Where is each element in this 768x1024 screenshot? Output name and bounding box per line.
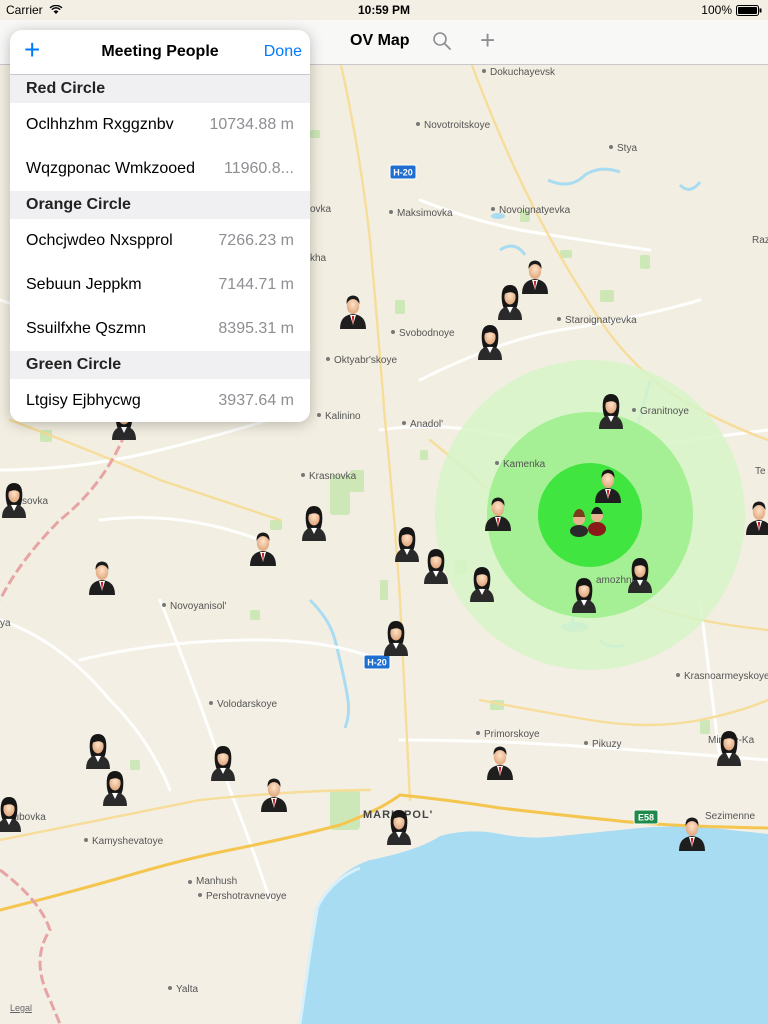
status-bar: Carrier 10:59 PM 100% bbox=[0, 0, 768, 20]
place-label: Dokuchayevsk bbox=[490, 67, 556, 78]
person-name: Wqzgponac Wmkzooed bbox=[26, 160, 195, 177]
section-header-orange: Orange Circle bbox=[10, 191, 310, 219]
place-label: Svobodnoye bbox=[399, 328, 455, 339]
place-label: Granitnoye bbox=[640, 406, 689, 417]
section-header-red: Red Circle bbox=[10, 75, 310, 103]
place-label: Kamyshevatoye bbox=[92, 836, 164, 847]
person-distance: 10734.88 m bbox=[209, 116, 294, 133]
place-label: Volodarskoye bbox=[217, 699, 277, 710]
plus-icon[interactable]: + bbox=[480, 27, 495, 53]
person-name: Oclhhzhm Rxggznbv bbox=[26, 116, 174, 133]
place-label: Pikuzy bbox=[592, 739, 621, 750]
place-label: Anadol' bbox=[410, 419, 443, 430]
list-item[interactable]: Ochcjwdeo Nxspprol 7266.23 m bbox=[10, 219, 310, 263]
place-label: Krasnoarmeyskoye bbox=[684, 671, 768, 682]
person-name: Sebuun Jeppkm bbox=[26, 276, 142, 293]
road-shield-h20-top: H-20 bbox=[389, 164, 417, 180]
place-label: Yalta bbox=[176, 984, 198, 995]
place-label: Sezimenne bbox=[705, 811, 755, 822]
place-label: kha bbox=[310, 253, 327, 264]
battery-icon bbox=[736, 5, 762, 16]
battery-percent: 100% bbox=[701, 3, 732, 17]
meeting-people-popover: + Meeting People Done Red Circle Oclhhzh… bbox=[10, 30, 310, 422]
person-distance: 3937.64 m bbox=[218, 392, 294, 409]
done-button[interactable]: Done bbox=[264, 43, 302, 61]
place-label: Novoyanisol' bbox=[170, 601, 226, 612]
list-item[interactable]: Sebuun Jeppkm 7144.71 m bbox=[10, 263, 310, 307]
place-label: sovka bbox=[22, 496, 49, 507]
nav-title: OV Map bbox=[350, 32, 410, 49]
person-distance: 7144.71 m bbox=[218, 276, 294, 293]
place-label: Novoignatyevka bbox=[499, 205, 571, 216]
place-label: Stya bbox=[617, 143, 637, 154]
svg-text:H-20: H-20 bbox=[393, 168, 413, 178]
place-label: Te bbox=[755, 466, 766, 477]
svg-text:H-20: H-20 bbox=[367, 658, 387, 668]
list-item[interactable]: Ltgisy Ejbhycwg 3937.64 m bbox=[10, 379, 310, 422]
place-label: Krasnovka bbox=[309, 471, 357, 482]
person-distance: 11960.8... bbox=[224, 160, 294, 177]
search-icon[interactable] bbox=[432, 31, 452, 51]
popover-header: + Meeting People Done bbox=[10, 30, 310, 75]
list-item[interactable]: Wqzgponac Wmkzooed 11960.8... bbox=[10, 147, 310, 191]
place-label: Kamenka bbox=[503, 459, 546, 470]
place-label: Oktyabr'skoye bbox=[334, 355, 397, 366]
person-name: Ssuilfxhe Qszmn bbox=[26, 320, 147, 337]
svg-text:E58: E58 bbox=[638, 813, 654, 823]
person-distance: 7266.23 m bbox=[218, 232, 294, 249]
person-name: Ochcjwdeo Nxspprol bbox=[26, 232, 173, 249]
place-label: ya bbox=[0, 618, 11, 629]
place-label: ovka bbox=[310, 204, 332, 215]
person-name: Ltgisy Ejbhycwg bbox=[26, 392, 141, 409]
road-shield-h20-bottom: H-20 bbox=[363, 654, 391, 670]
legal-link[interactable]: Legal bbox=[10, 1003, 32, 1013]
place-label: Raz bbox=[752, 235, 768, 246]
place-label: Kalinino bbox=[325, 411, 361, 422]
place-label: Staroignatyevka bbox=[565, 315, 637, 326]
place-label: Maksimovka bbox=[397, 208, 453, 219]
clock: 10:59 PM bbox=[357, 3, 411, 17]
list-item[interactable]: Oclhhzhm Rxggznbv 10734.88 m bbox=[10, 103, 310, 147]
place-label: Manhush bbox=[196, 876, 237, 887]
place-label: Primorskoye bbox=[484, 729, 540, 740]
place-label: Pershotravnevoye bbox=[206, 891, 287, 902]
road-shield-e58: E58 bbox=[633, 809, 659, 825]
section-header-green: Green Circle bbox=[10, 351, 310, 379]
place-label: Novotroitskoye bbox=[424, 120, 491, 131]
person-distance: 8395.31 m bbox=[218, 320, 294, 337]
list-item[interactable]: Ssuilfxhe Qszmn 8395.31 m bbox=[10, 307, 310, 351]
